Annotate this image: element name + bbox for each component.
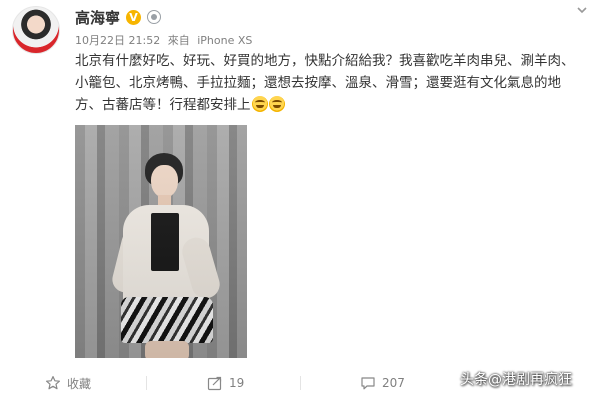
watermark: 头条@港剧再疯狂 <box>460 372 572 388</box>
favorite-button[interactable]: 收藏 <box>45 374 91 392</box>
post-text: 北京有什麼好吃、好玩、好買的地方，快點介紹給我？我喜歡吃羊肉串兒、涮羊肉、小籠包… <box>75 53 575 113</box>
post-meta: 10月22日 21:52 來自 iPhone XS <box>75 32 256 48</box>
share-count: 19 <box>229 376 245 390</box>
laugh-emoji-icon <box>251 96 268 112</box>
chevron-down-icon[interactable] <box>574 2 590 18</box>
star-icon <box>46 376 60 390</box>
level-badge-icon[interactable] <box>147 10 162 24</box>
post-device: iPhone XS <box>197 34 253 47</box>
action-divider <box>146 376 147 390</box>
post-timestamp[interactable]: 10月22日 21:52 <box>75 34 160 47</box>
author-name[interactable]: 高海寧 <box>75 7 120 28</box>
laugh-emoji-icon <box>268 96 285 112</box>
comment-icon <box>361 377 375 390</box>
comment-button[interactable]: 207 <box>360 374 405 392</box>
action-divider <box>300 376 301 390</box>
share-icon <box>207 376 222 391</box>
vip-badge-icon[interactable]: V <box>126 9 142 25</box>
photo-shade <box>75 125 247 358</box>
author-row: 高海寧 V <box>75 6 162 28</box>
source-prefix: 來自 <box>167 34 190 47</box>
avatar[interactable] <box>12 6 60 54</box>
post-content: 北京有什麼好吃、好玩、好買的地方，快點介紹給我？我喜歡吃羊肉串兒、涮羊肉、小籠包… <box>75 50 587 116</box>
comment-count: 207 <box>382 376 405 390</box>
weibo-post: 高海寧 V 10月22日 21:52 來自 iPhone XS 北京有什麼好吃、… <box>0 0 600 394</box>
favorite-label: 收藏 <box>67 376 92 391</box>
post-photo[interactable] <box>75 125 247 358</box>
share-button[interactable]: 19 <box>207 374 244 392</box>
